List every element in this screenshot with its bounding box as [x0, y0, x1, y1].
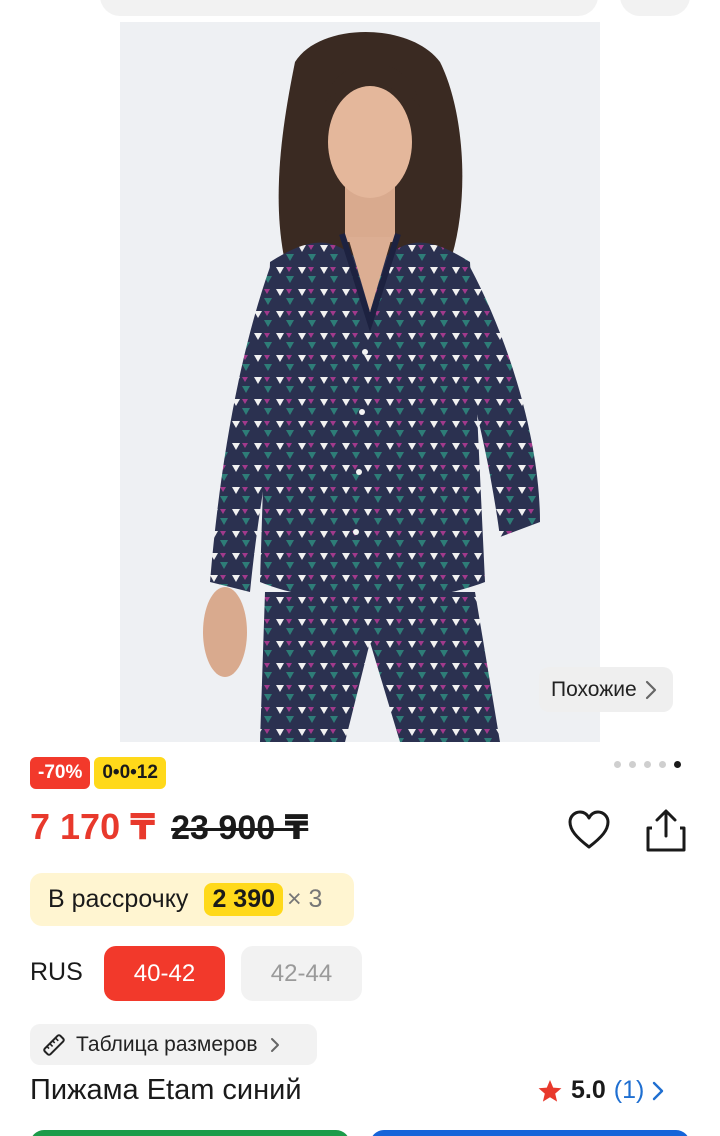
top-action-button[interactable]: [620, 0, 690, 16]
chevron-right-icon: [645, 680, 656, 699]
star-icon: [538, 1079, 562, 1102]
size-table-button[interactable]: Таблица размеров: [30, 1024, 317, 1065]
installment-label: В рассрочку: [48, 885, 189, 913]
size-option[interactable]: 42-44: [241, 946, 362, 1001]
gallery-dots: [614, 761, 681, 768]
rating-count: (1): [613, 1076, 645, 1104]
gallery-dot-active[interactable]: [674, 761, 681, 768]
rating-score: 5.0: [571, 1076, 606, 1104]
size-system-label: RUS: [30, 958, 83, 986]
search-bar[interactable]: [100, 0, 598, 16]
price-row: 7 170 ₸ 23 900 ₸: [30, 806, 308, 848]
share-icon[interactable]: [642, 806, 690, 854]
discount-badge: -70%: [30, 757, 91, 789]
installment-offer[interactable]: В рассрочку 2 390 × 3: [30, 873, 354, 926]
badges: -70% 0•0•12: [30, 757, 166, 789]
installment-amount: 2 390: [204, 883, 283, 916]
product-title: Пижама Etam синий: [30, 1074, 302, 1106]
rating[interactable]: 5.0 (1): [537, 1076, 664, 1105]
ruler-icon: [43, 1033, 65, 1056]
chevron-right-icon: [653, 1081, 664, 1100]
product-photo[interactable]: [120, 22, 600, 742]
heart-icon[interactable]: [566, 808, 612, 854]
gallery-dot[interactable]: [629, 761, 636, 768]
installment-times: × 3: [287, 885, 323, 913]
chevron-right-icon: [270, 1037, 279, 1052]
gallery-dot[interactable]: [659, 761, 666, 768]
price-current: 7 170 ₸: [30, 806, 156, 847]
size-table-label: Таблица размеров: [76, 1032, 258, 1056]
similar-button[interactable]: Похожие: [539, 667, 673, 712]
similar-label: Похожие: [551, 677, 637, 701]
secondary-action-button[interactable]: [370, 1130, 690, 1136]
gallery-dot[interactable]: [614, 761, 621, 768]
size-option-selected[interactable]: 40-42: [104, 946, 225, 1001]
primary-action-button[interactable]: [30, 1130, 350, 1136]
price-old: 23 900 ₸: [171, 809, 309, 847]
gallery-dot[interactable]: [644, 761, 651, 768]
installment-badge: 0•0•12: [94, 757, 166, 789]
